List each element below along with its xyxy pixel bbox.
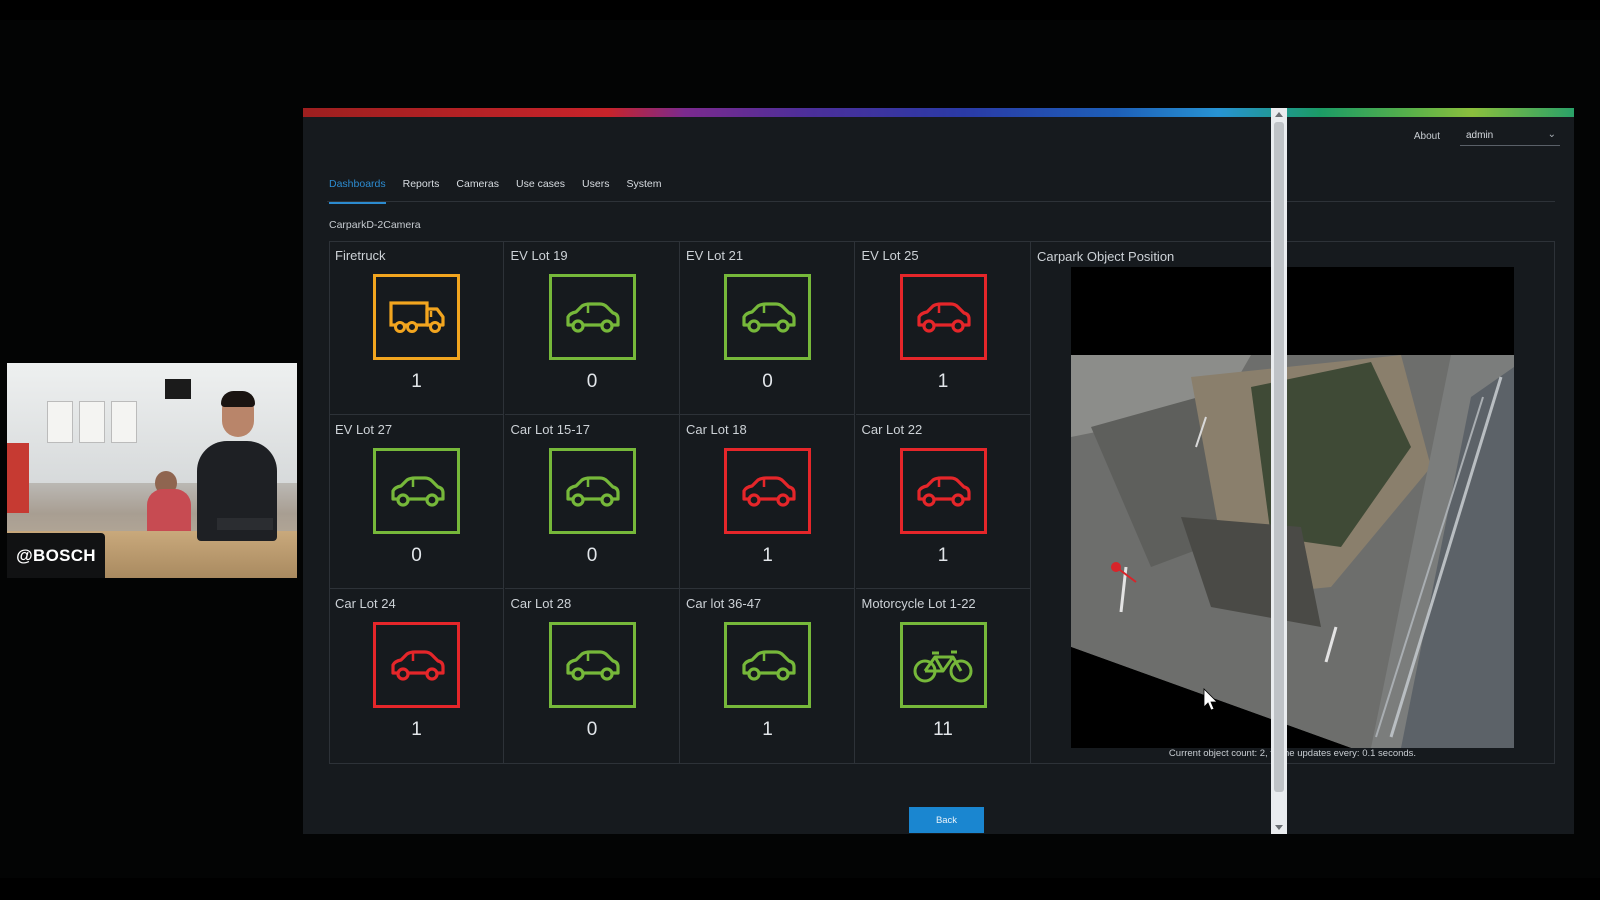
lot-tile[interactable]: Motorcycle Lot 1-22 11 xyxy=(856,589,1031,763)
lot-tile[interactable]: EV Lot 19 0 xyxy=(504,241,680,415)
wall-poster xyxy=(111,401,137,443)
lot-count: 0 xyxy=(762,371,773,392)
car-icon xyxy=(548,274,636,360)
car-icon xyxy=(373,622,460,708)
lot-label: Car Lot 28 xyxy=(510,596,572,611)
lot-label: Car Lot 24 xyxy=(335,596,396,611)
car-icon xyxy=(899,448,987,534)
lot-tile[interactable]: Car Lot 28 0 xyxy=(505,589,680,763)
lot-count: 1 xyxy=(762,545,773,566)
lot-tile[interactable]: EV Lot 21 0 xyxy=(680,241,855,415)
car-icon xyxy=(373,448,460,534)
lot-tile[interactable]: Car Lot 22 1 xyxy=(855,415,1031,589)
lot-count: 0 xyxy=(586,719,598,740)
lot-label: Car lot 36-47 xyxy=(686,596,762,611)
lot-count: 1 xyxy=(411,719,422,740)
truck-icon xyxy=(373,274,460,360)
wall-poster xyxy=(47,401,73,443)
lot-tile[interactable]: Car Lot 18 1 xyxy=(680,415,855,589)
lot-tile[interactable]: EV Lot 27 0 xyxy=(329,415,504,589)
laptop xyxy=(217,518,273,530)
chevron-down-icon: ⌄ xyxy=(1547,129,1556,140)
lot-label: EV Lot 27 xyxy=(335,422,393,437)
car-icon xyxy=(724,448,811,534)
lot-grid: Carpark Object Position Current object c… xyxy=(329,241,1555,764)
presenter-hair xyxy=(221,391,255,407)
carpark-position-panel: Carpark Object Position Current object c… xyxy=(1030,242,1555,764)
lot-label: Motorcycle Lot 1-22 xyxy=(861,596,976,611)
app-window: About admin ⌄ Dashboards Reports Cameras… xyxy=(303,108,1574,834)
position-panel-title: Carpark Object Position xyxy=(1037,249,1175,264)
about-link[interactable]: About xyxy=(1414,131,1440,142)
video-letterbox-bottom xyxy=(0,878,1600,900)
bicycle-icon xyxy=(899,622,987,708)
lot-tile[interactable]: EV Lot 25 1 xyxy=(855,241,1031,415)
lot-tile[interactable]: Car lot 36-47 1 xyxy=(680,589,855,763)
lot-count: 1 xyxy=(937,545,949,566)
lot-count: 0 xyxy=(586,545,598,566)
lot-label: Car Lot 18 xyxy=(686,422,747,437)
lot-count: 0 xyxy=(586,371,598,392)
header-actions: About admin ⌄ xyxy=(1414,126,1560,146)
lot-count: 1 xyxy=(762,719,773,740)
lot-label: Car Lot 15-17 xyxy=(510,422,591,437)
brand-color-bar xyxy=(303,108,1574,117)
lot-count: 1 xyxy=(937,371,949,392)
car-icon xyxy=(548,448,636,534)
car-icon xyxy=(548,622,636,708)
lot-label: Car Lot 22 xyxy=(861,422,923,437)
car-icon xyxy=(899,274,987,360)
lot-tile[interactable]: Firetruck 1 xyxy=(329,241,504,415)
lot-count: 11 xyxy=(933,719,953,740)
lot-label: EV Lot 25 xyxy=(861,248,919,263)
lot-tile[interactable]: Car Lot 24 1 xyxy=(329,589,504,763)
scroll-up-icon[interactable] xyxy=(1275,112,1283,117)
background-person xyxy=(147,489,191,533)
scroll-down-icon[interactable] xyxy=(1275,825,1283,830)
lot-label: Firetruck xyxy=(335,248,386,263)
scrollbar-thumb[interactable] xyxy=(1274,122,1284,792)
position-caption: Current object count: 2, frame updates e… xyxy=(1168,748,1417,759)
car-icon xyxy=(724,274,811,360)
lot-count: 0 xyxy=(411,545,422,566)
lot-count: 1 xyxy=(411,371,422,392)
overhead-camera-view[interactable] xyxy=(1071,267,1514,748)
lot-label: EV Lot 19 xyxy=(510,248,568,263)
nav-divider xyxy=(327,201,1555,202)
red-panel xyxy=(7,443,29,513)
back-button[interactable]: Back xyxy=(909,807,984,833)
car-icon xyxy=(724,622,811,708)
video-letterbox-top xyxy=(0,0,1600,20)
page-title: CarparkD-2Camera xyxy=(329,219,421,231)
wall-poster xyxy=(79,401,105,443)
window-scrollbar[interactable] xyxy=(1271,108,1287,834)
bosch-watermark: @BOSCH xyxy=(7,533,105,578)
wall-speaker xyxy=(165,379,191,399)
user-name: admin xyxy=(1466,130,1494,141)
lot-tile[interactable]: Car Lot 15-17 0 xyxy=(504,415,680,589)
camera-feed-image xyxy=(1071,267,1514,748)
lot-label: EV Lot 21 xyxy=(686,248,744,263)
user-dropdown[interactable]: admin ⌄ xyxy=(1460,126,1560,146)
